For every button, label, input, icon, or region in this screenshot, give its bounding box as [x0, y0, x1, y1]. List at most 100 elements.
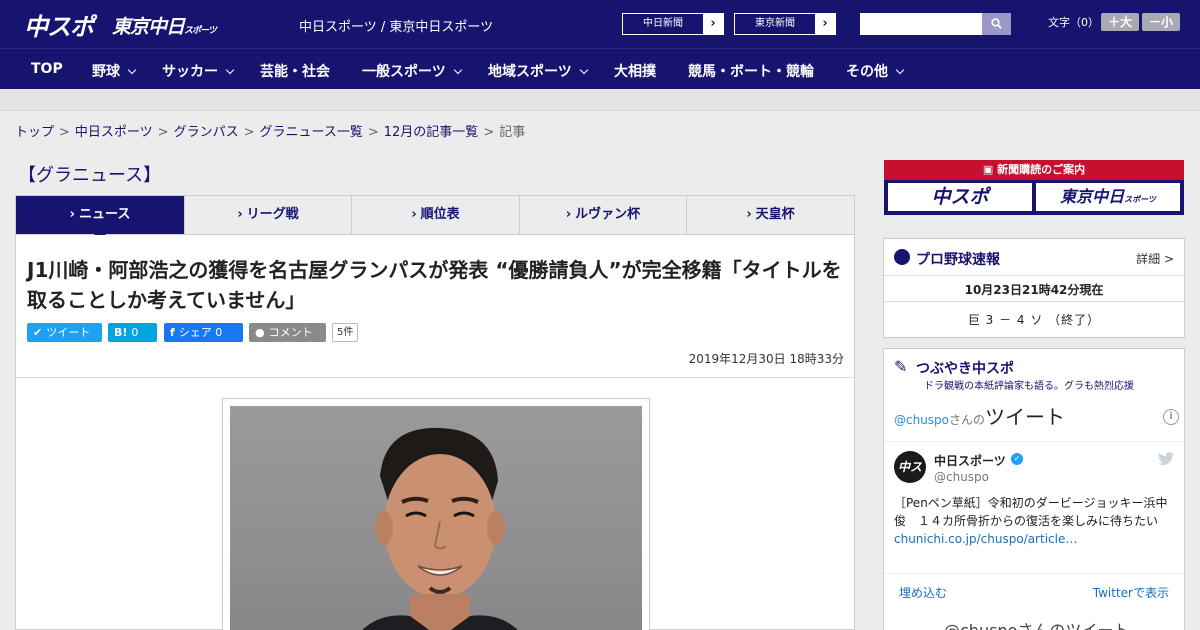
info-icon[interactable]: i	[1163, 409, 1179, 425]
chevron-down-icon	[453, 65, 462, 75]
hatena-bookmark-button[interactable]: B! 0	[108, 323, 157, 342]
nav-sumo[interactable]: 大相撲	[614, 61, 656, 81]
tweet-body: ［Penペン草紙］令和初のダービージョッキー浜中俊 １４カ所骨折からの復活を楽し…	[894, 494, 1174, 548]
nav-other[interactable]: その他	[846, 61, 905, 81]
chevron-right-icon: ›	[237, 207, 243, 222]
game-score-row[interactable]: 巨 3 － 4 ソ （終了）	[884, 311, 1184, 328]
section-title: 【グラニュース】	[18, 165, 162, 186]
nav-label: 野球	[92, 64, 120, 80]
tweet-button[interactable]: ✔ ツイート	[27, 323, 102, 342]
breadcrumb-separator: >	[483, 125, 495, 140]
baseball-scores-title: プロ野球速報	[916, 252, 1000, 268]
facebook-share-button[interactable]: f シェア 0	[164, 323, 243, 342]
nav-label: 芸能・社会	[260, 64, 330, 80]
ad-band	[0, 89, 1200, 111]
baseball-icon	[894, 249, 910, 265]
twitter-bird-icon[interactable]	[1158, 452, 1174, 466]
avatar[interactable]: 中ス	[894, 451, 926, 483]
hatena-count: 0	[131, 326, 139, 339]
player-portrait-photo	[230, 406, 642, 630]
speech-bubble-icon: ●	[255, 326, 265, 339]
subscription-title-text: 新聞購読のご案内	[997, 163, 1086, 176]
baseball-detail-link[interactable]: 詳細 >	[1136, 250, 1174, 267]
tab-standings[interactable]: › 順位表	[352, 196, 520, 234]
nav-label: 競馬・ボート・競輪	[688, 64, 814, 80]
subscribe-tokyo-text: 東京中日	[1060, 187, 1125, 206]
subscribe-chuspo-button[interactable]: 中スポ	[888, 183, 1032, 211]
category-tabs: › ニュース › リーグ戦 › 順位表 › ルヴァン杯 › 天皇杯	[15, 195, 855, 240]
tab-label: 天皇杯	[755, 207, 795, 222]
view-on-twitter-link[interactable]: Twitterで表示	[1093, 584, 1169, 601]
nav-label: 一般スポーツ	[362, 64, 446, 80]
chunichi-shimbun-link[interactable]: 中日新聞 ›	[622, 13, 724, 35]
chunichi-shimbun-label: 中日新聞	[643, 18, 683, 29]
nav-label: 地域スポーツ	[488, 64, 572, 80]
tweets-footer-title: @chuspoさんのツイート	[944, 617, 1129, 630]
search-button[interactable]	[982, 13, 1011, 35]
breadcrumb-gra-news-list[interactable]: グラニュース一覧	[260, 125, 363, 140]
nav-baseball[interactable]: 野球	[92, 61, 137, 81]
tweets-handle: @chuspo	[894, 413, 950, 427]
tab-levain-cup[interactable]: › ルヴァン杯	[520, 196, 687, 234]
chevron-right-icon: ›	[815, 14, 835, 34]
subscribe-tokyo-chunichi-button[interactable]: 東京中日スポーツ	[1036, 183, 1180, 211]
chevron-down-icon	[895, 65, 905, 75]
tokyo-shimbun-link[interactable]: 東京新聞 ›	[734, 13, 836, 35]
tsubuyaki-subtitle: ドラ観戦の本紙評論家も語る。グラも熱烈応援	[924, 381, 1134, 392]
chuspo-logo[interactable]: 中スポ	[24, 7, 94, 42]
breadcrumb-separator: >	[367, 125, 379, 140]
embed-link[interactable]: 埋め込む	[899, 584, 947, 601]
tab-emperors-cup[interactable]: › 天皇杯	[687, 196, 854, 234]
divider	[884, 301, 1184, 302]
breadcrumb-december-list[interactable]: 12月の記事一覧	[384, 125, 479, 140]
nav-label: サッカー	[162, 64, 218, 80]
tweets-header-big: ツイート	[985, 405, 1066, 429]
divider	[884, 573, 1184, 574]
tokyo-chunichi-logo[interactable]: 東京中日スポーツ	[112, 12, 217, 39]
tab-league[interactable]: › リーグ戦	[185, 196, 352, 234]
nav-general-sports[interactable]: 一般スポーツ	[362, 61, 462, 81]
nav-label: 大相撲	[614, 64, 656, 80]
comment-label: コメント	[268, 326, 313, 339]
divider	[884, 441, 1184, 442]
subscription-title: ▣ 新聞購読のご案内	[884, 160, 1184, 180]
tweets-header: @chuspoさんのツイート	[894, 401, 1065, 430]
breadcrumb-chunichi-sports[interactable]: 中日スポーツ	[75, 125, 153, 140]
nav-top[interactable]: TOP	[31, 61, 63, 77]
tweet-link[interactable]: chunichi.co.jp/chuspo/article…	[894, 532, 1077, 546]
chevron-right-icon: ›	[69, 207, 75, 222]
breadcrumb: トップ > 中日スポーツ > グランパス > グラニュース一覧 >12月の記事一覧 > 記事	[15, 121, 525, 140]
nav-label: TOP	[31, 61, 63, 77]
breadcrumb-current: 記事	[499, 125, 526, 140]
tweets-handle-suffix: さんの	[949, 413, 986, 427]
divider	[16, 377, 854, 378]
font-size-label: 文字（0）	[1048, 16, 1099, 29]
article: J1川崎・阿部浩之の獲得を名古屋グランパスが発表 “優勝請負人”が完全移籍「タイ…	[15, 235, 855, 630]
comment-button[interactable]: ● コメント	[249, 323, 326, 342]
search-input[interactable]	[860, 13, 982, 35]
chevron-down-icon	[225, 65, 235, 75]
nav-racing[interactable]: 競馬・ボート・競輪	[688, 61, 814, 81]
search-icon	[991, 18, 1002, 29]
tweet-author-name[interactable]: 中日スポーツ	[934, 452, 1006, 469]
divider	[884, 275, 1184, 276]
chevron-right-icon: ›	[746, 207, 752, 222]
font-larger-button[interactable]: ＋大	[1101, 13, 1139, 31]
tab-label: 順位表	[420, 207, 460, 222]
nav-local-sports[interactable]: 地域スポーツ	[488, 61, 588, 81]
baseball-scores-box: プロ野球速報 詳細 > 10月23日21時42分現在 巨 3 － 4 ソ （終了…	[883, 238, 1185, 338]
breadcrumb-grampus[interactable]: グランパス	[174, 125, 239, 140]
chevron-right-icon: ›	[411, 207, 417, 222]
nav-entertainment[interactable]: 芸能・社会	[260, 61, 330, 81]
subscription-box: ▣ 新聞購読のご案内 中スポ 東京中日スポーツ	[884, 160, 1184, 215]
font-smaller-button[interactable]: －小	[1142, 13, 1180, 31]
breadcrumb-top[interactable]: トップ	[15, 125, 54, 140]
tsubuyaki-box: ✎ つぶやき中スポ ドラ観戦の本紙評論家も語る。グラも熱烈応援 @chuspoさ…	[883, 348, 1185, 630]
nav-soccer[interactable]: サッカー	[162, 61, 235, 81]
tab-news[interactable]: › ニュース	[16, 196, 185, 240]
twitter-bird-icon: ✔	[33, 326, 43, 339]
chevron-right-icon: ›	[565, 207, 572, 222]
tweet-author-handle[interactable]: @chuspo	[934, 470, 989, 484]
publish-date: 2019年12月30日 18時33分	[688, 352, 844, 366]
facebook-icon: f	[170, 326, 175, 339]
